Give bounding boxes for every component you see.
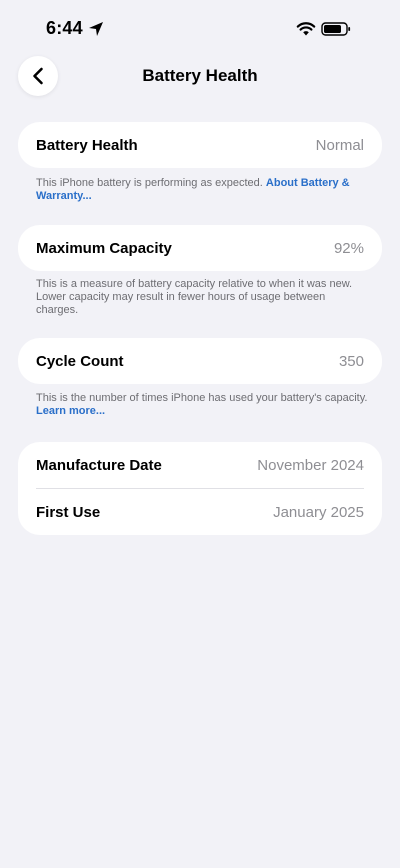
battery-icon: [321, 21, 351, 37]
manufacture-date-value: November 2024: [257, 456, 364, 474]
cycle-count-footnote-text: This is the number of times iPhone has u…: [36, 392, 368, 404]
location-arrow-icon: [88, 21, 104, 37]
wifi-icon: [296, 21, 316, 37]
cycle-count-value: 350: [338, 352, 364, 370]
battery-health-footnote-text: This iPhone battery is performing as exp…: [36, 177, 266, 189]
battery-health-footnote: This iPhone battery is performing as exp…: [36, 177, 368, 203]
manufacture-date-row: Manufacture Date November 2024: [36, 442, 364, 488]
battery-health-value: Normal: [315, 136, 364, 154]
battery-health-card: Battery Health Normal: [18, 122, 382, 168]
cycle-count-row: Cycle Count 350: [36, 338, 364, 384]
first-use-value: January 2025: [273, 503, 364, 521]
maximum-capacity-footnote: This is a measure of battery capacity re…: [36, 278, 353, 316]
maximum-capacity-label: Maximum Capacity: [36, 239, 172, 257]
cycle-count-label: Cycle Count: [36, 352, 124, 370]
cycle-count-card: Cycle Count 350: [18, 338, 382, 384]
battery-health-row: Battery Health Normal: [36, 122, 364, 168]
battery-health-label: Battery Health: [36, 136, 138, 154]
page-title: Battery Health: [142, 66, 258, 85]
status-time: 6:44: [46, 18, 83, 38]
status-bar: 6:44: [0, 0, 400, 56]
manufacture-date-label: Manufacture Date: [36, 456, 162, 474]
first-use-row: First Use January 2025: [36, 489, 364, 535]
dates-card: Manufacture Date November 2024 First Use…: [18, 442, 382, 535]
cycle-count-footnote: This is the number of times iPhone has u…: [36, 392, 368, 418]
maximum-capacity-card: Maximum Capacity 92%: [18, 225, 382, 271]
learn-more-link[interactable]: Learn more...: [36, 405, 105, 417]
first-use-label: First Use: [36, 503, 101, 521]
maximum-capacity-value: 92%: [333, 239, 364, 257]
maximum-capacity-row: Maximum Capacity 92%: [36, 225, 364, 271]
